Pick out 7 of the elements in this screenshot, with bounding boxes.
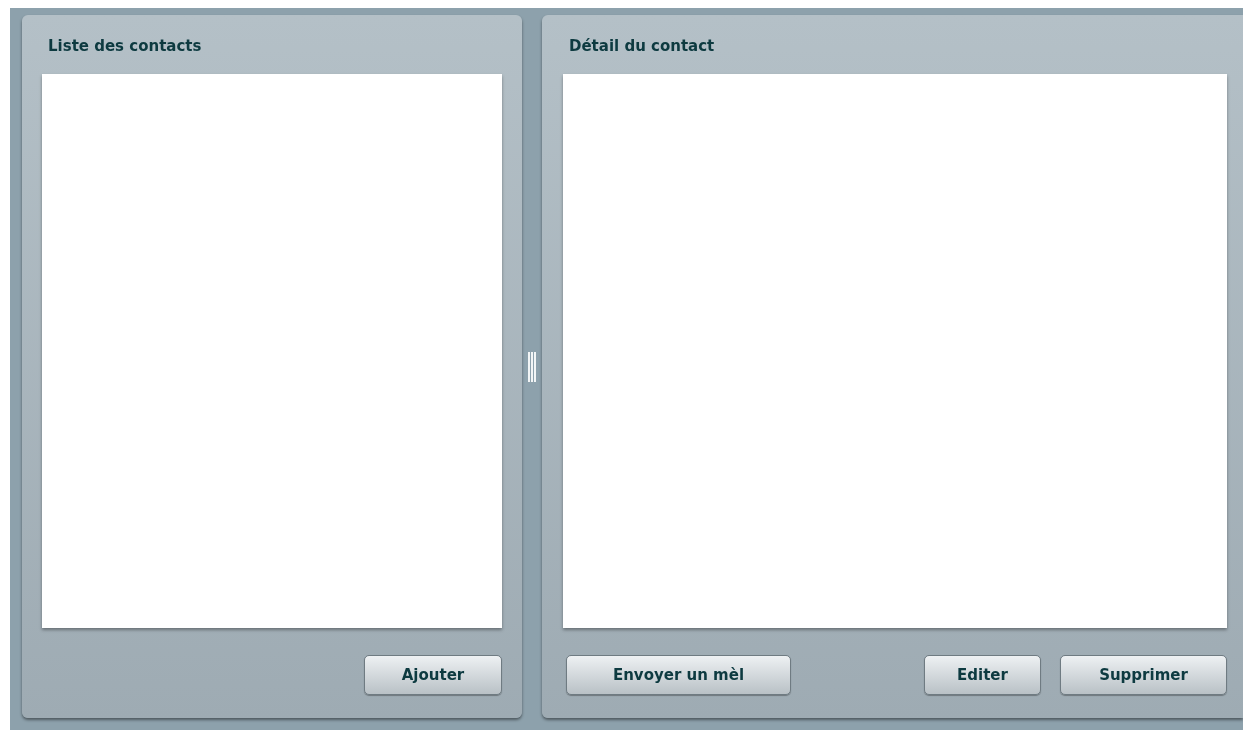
action-button[interactable]: Ajouter xyxy=(364,655,502,695)
action-button[interactable]: Editer xyxy=(924,655,1041,695)
resize-handle-icon[interactable] xyxy=(528,351,536,382)
action-button[interactable]: Supprimer xyxy=(1060,655,1227,695)
action-button[interactable]: Envoyer un mèl xyxy=(566,655,791,695)
panel-title: Liste des contacts xyxy=(48,36,203,57)
panel-title: Détail du contact xyxy=(569,36,716,57)
